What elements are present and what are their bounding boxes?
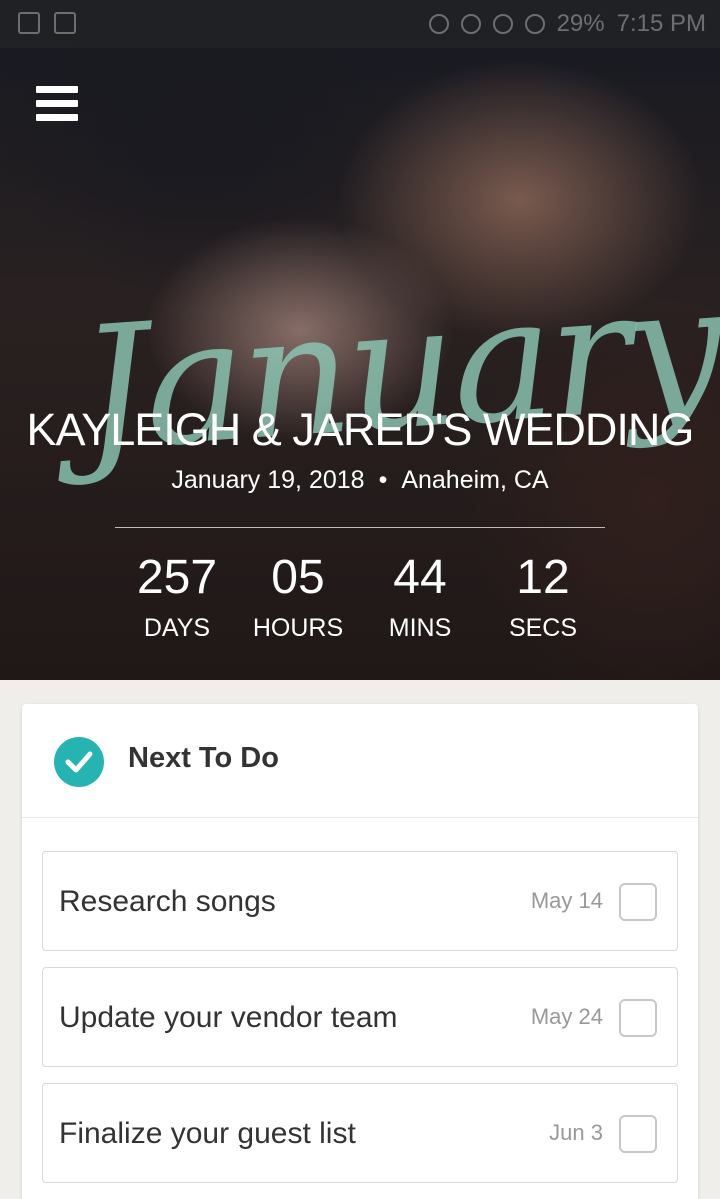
task-label: Finalize your guest list bbox=[59, 1117, 356, 1150]
countdown-hours: 05 HOURS bbox=[233, 548, 363, 648]
wedding-details: January 19, 2018 • Anaheim, CA bbox=[0, 466, 720, 495]
todo-title: Next To Do bbox=[128, 742, 279, 774]
countdown-value: 257 bbox=[136, 551, 218, 604]
wedding-location: Anaheim, CA bbox=[401, 466, 549, 494]
task-due-date: Jun 3 bbox=[549, 1120, 603, 1145]
divider-line bbox=[115, 527, 605, 528]
task-due-date: May 14 bbox=[530, 888, 603, 913]
countdown-value: 05 bbox=[271, 551, 325, 604]
menu-icon[interactable] bbox=[36, 86, 78, 122]
wedding-date: January 19, 2018 bbox=[171, 466, 365, 494]
wedding-title: KAYLEIGH & JARED'S WEDDING bbox=[26, 404, 695, 455]
alarm-icon bbox=[492, 14, 513, 34]
task-item[interactable]: Finalize your guest list Jun 3 bbox=[42, 1083, 678, 1183]
task-item[interactable]: Update your vendor team May 24 bbox=[42, 967, 678, 1067]
countdown-days: 257 DAYS bbox=[112, 548, 242, 648]
countdown-label: MINS bbox=[388, 614, 452, 642]
separator-dot: • bbox=[378, 466, 388, 494]
time-text: 7:15 PM bbox=[616, 10, 706, 37]
countdown-label: SECS bbox=[508, 614, 578, 642]
screen-icon bbox=[18, 12, 40, 34]
task-label: Update your vendor team bbox=[59, 1001, 398, 1034]
nfc-icon bbox=[460, 14, 481, 34]
task-checkbox[interactable] bbox=[619, 999, 657, 1037]
countdown-secs: 12 SECS bbox=[478, 548, 608, 648]
wifi-icon bbox=[524, 14, 545, 34]
todo-card-header: Next To Do bbox=[22, 704, 698, 818]
task-due-date: May 24 bbox=[530, 1004, 603, 1029]
countdown: 257 DAYS 05 HOURS 44 MINS 12 SECS bbox=[115, 548, 605, 648]
countdown-value: 44 bbox=[393, 551, 447, 604]
download-icon bbox=[54, 12, 76, 34]
task-checkbox[interactable] bbox=[619, 883, 657, 921]
task-checkbox[interactable] bbox=[619, 1115, 657, 1153]
location-icon bbox=[428, 14, 449, 34]
countdown-label: HOURS bbox=[252, 614, 344, 642]
battery-text: 29% bbox=[556, 10, 605, 37]
task-label: Research songs bbox=[59, 885, 276, 918]
task-item[interactable]: Research songs May 14 bbox=[42, 851, 678, 951]
countdown-label: DAYS bbox=[143, 614, 211, 642]
todo-card: Next To Do Research songs May 14 Update … bbox=[22, 704, 698, 1199]
check-circle-icon bbox=[54, 737, 104, 787]
countdown-mins: 44 MINS bbox=[355, 548, 485, 648]
countdown-value: 12 bbox=[516, 551, 570, 604]
status-bar: 29% 7:15 PM bbox=[0, 0, 720, 48]
